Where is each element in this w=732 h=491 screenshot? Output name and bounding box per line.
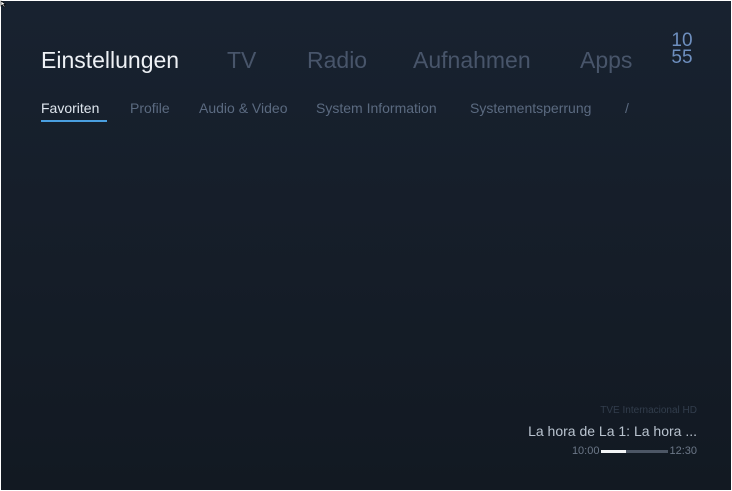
program-progress-bar [601, 449, 669, 453]
program-progress-fill [601, 449, 627, 453]
tab-next-cut-off[interactable]: / [625, 98, 629, 118]
program-end-time: 12:30 [669, 445, 697, 457]
clock-minutes: 55 [671, 47, 693, 68]
tab-systementsperrung[interactable]: Systementsperrung [470, 98, 591, 118]
menu-item-aufnahmen[interactable]: Aufnahmen [413, 43, 531, 77]
tv-settings-screen: Einstellungen TV Radio Aufnahmen Apps 10… [1, 1, 731, 490]
now-playing-info: TVE Internacional HD La hora de La 1: La… [437, 404, 697, 458]
mouse-cursor-icon [0, 0, 7, 8]
main-menu: Einstellungen TV Radio Aufnahmen Apps [41, 43, 641, 77]
menu-item-tv[interactable]: TV [227, 43, 256, 77]
active-tab-indicator [41, 120, 107, 122]
channel-name: TVE Internacional HD [600, 405, 697, 416]
clock: 10 55 [669, 31, 695, 68]
program-start-time: 10:00 [571, 445, 600, 457]
tab-favoriten[interactable]: Favoriten [41, 98, 99, 118]
program-title: La hora de La 1: La hora ... [528, 423, 697, 439]
menu-item-apps[interactable]: Apps [580, 43, 632, 77]
program-timeline: 10:00 12:30 [437, 444, 697, 458]
menu-item-radio[interactable]: Radio [307, 43, 367, 77]
tab-system-information[interactable]: System Information [316, 98, 437, 118]
menu-item-einstellungen[interactable]: Einstellungen [41, 43, 179, 77]
settings-sub-menu: Favoriten Profile Audio & Video System I… [41, 98, 633, 124]
tab-profile[interactable]: Profile [130, 98, 170, 118]
tab-audio-video[interactable]: Audio & Video [199, 98, 287, 118]
